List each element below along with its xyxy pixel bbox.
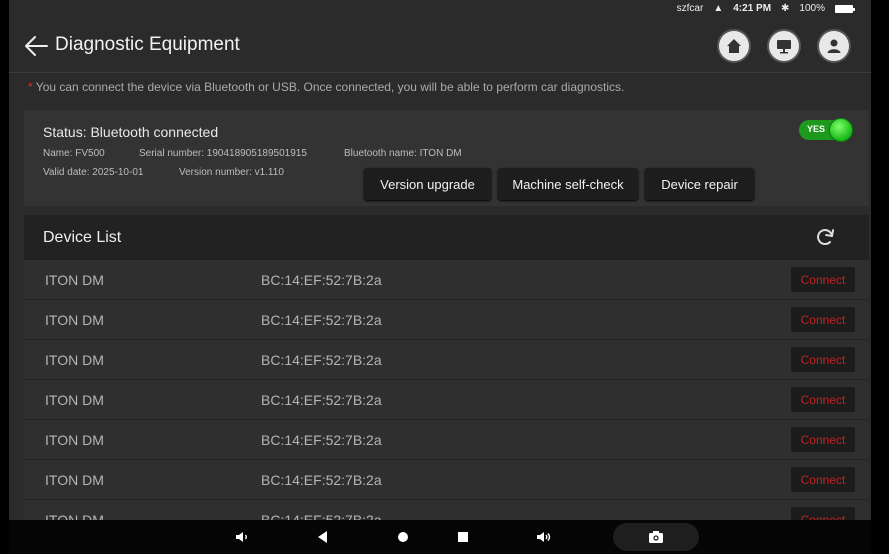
user-icon [827, 39, 841, 53]
list-item: ITON DM BC:14:EF:52:7B:2a Connect [24, 500, 869, 520]
refresh-icon[interactable] [813, 225, 837, 249]
device-row-mac: BC:14:EF:52:7B:2a [261, 512, 382, 520]
monitor-icon [777, 40, 791, 54]
list-item: ITON DM BC:14:EF:52:7B:2a Connect [24, 340, 869, 380]
connect-button[interactable]: Connect [791, 347, 855, 372]
list-item: ITON DM BC:14:EF:52:7B:2a Connect [24, 380, 869, 420]
device-name: Name: FV500 [43, 148, 105, 159]
back-triangle-icon[interactable] [314, 528, 332, 546]
bluetooth-toggle[interactable]: YES [799, 118, 853, 142]
device-row-mac: BC:14:EF:52:7B:2a [261, 352, 382, 368]
header-divider [9, 72, 871, 73]
device-row-mac: BC:14:EF:52:7B:2a [261, 472, 382, 488]
list-item: ITON DM BC:14:EF:52:7B:2a Connect [24, 260, 869, 300]
bluetooth-name: Bluetooth name: ITON DM [344, 148, 462, 159]
device-row-name: ITON DM [45, 352, 104, 368]
status-bar: szfcar ▲ 4:21 PM ✱ 100% [9, 0, 871, 17]
clock: 4:21 PM [733, 3, 772, 14]
device-row-name: ITON DM [45, 512, 104, 520]
battery-percent: 100% [799, 3, 825, 14]
machine-self-check-button[interactable]: Machine self-check [498, 168, 638, 200]
connect-button[interactable]: Connect [791, 307, 855, 332]
list-item: ITON DM BC:14:EF:52:7B:2a Connect [24, 300, 869, 340]
connection-notice: * You can connect the device via Bluetoo… [28, 80, 624, 94]
device-row-mac: BC:14:EF:52:7B:2a [261, 272, 382, 288]
device-status-card: Status: Bluetooth connected Name: FV500 … [24, 110, 869, 206]
serial-number: Serial number: 190418905189501915 [139, 148, 307, 159]
device-list-header: Device List [24, 215, 869, 260]
home-circle-icon[interactable] [394, 528, 412, 546]
device-repair-button[interactable]: Device repair [645, 168, 754, 200]
toggle-label: YES [807, 124, 826, 134]
valid-date: Valid date: 2025-10-01 [43, 167, 144, 178]
connect-button[interactable]: Connect [791, 507, 855, 520]
recents-square-icon[interactable] [454, 528, 472, 546]
volume-up-icon[interactable] [535, 528, 553, 546]
connect-button[interactable]: Connect [791, 267, 855, 292]
camera-icon [649, 531, 663, 543]
required-star: * [28, 80, 33, 94]
device-row-name: ITON DM [45, 432, 104, 448]
device-list: ITON DM BC:14:EF:52:7B:2a Connect ITON D… [24, 260, 869, 520]
device-row-name: ITON DM [45, 392, 104, 408]
device-row-name: ITON DM [45, 472, 104, 488]
system-nav-bar [9, 520, 871, 554]
screenshot-pill[interactable] [613, 523, 699, 551]
list-item: ITON DM BC:14:EF:52:7B:2a Connect [24, 460, 869, 500]
bluetooth-icon: ✱ [781, 3, 790, 14]
version-upgrade-button[interactable]: Version upgrade [364, 168, 491, 200]
device-list-title: Device List [43, 229, 122, 246]
connect-button[interactable]: Connect [791, 467, 855, 492]
version-number: Version number: v1.110 [179, 167, 284, 178]
connect-button[interactable]: Connect [791, 387, 855, 412]
screen-cast-button[interactable] [767, 29, 801, 63]
device-row-mac: BC:14:EF:52:7B:2a [261, 432, 382, 448]
device-row-mac: BC:14:EF:52:7B:2a [261, 392, 382, 408]
wifi-icon: ▲ [713, 3, 724, 14]
carrier-label: szfcar [676, 3, 704, 14]
list-item: ITON DM BC:14:EF:52:7B:2a Connect [24, 420, 869, 460]
connect-button[interactable]: Connect [791, 427, 855, 452]
device-row-mac: BC:14:EF:52:7B:2a [261, 312, 382, 328]
battery-icon [835, 4, 855, 13]
header: Diagnostic Equipment [9, 22, 871, 72]
back-arrow-icon[interactable] [23, 34, 49, 58]
connection-status: Status: Bluetooth connected [43, 124, 219, 140]
device-row-name: ITON DM [45, 272, 104, 288]
home-icon [727, 39, 741, 53]
toggle-knob [829, 118, 853, 142]
home-button[interactable] [717, 29, 751, 63]
user-profile-button[interactable] [817, 29, 851, 63]
page-title: Diagnostic Equipment [55, 34, 240, 55]
notice-text: You can connect the device via Bluetooth… [35, 80, 625, 94]
volume-down-icon[interactable] [233, 528, 251, 546]
device-row-name: ITON DM [45, 312, 104, 328]
app-screen: szfcar ▲ 4:21 PM ✱ 100% Diagnostic Equip… [9, 0, 871, 520]
